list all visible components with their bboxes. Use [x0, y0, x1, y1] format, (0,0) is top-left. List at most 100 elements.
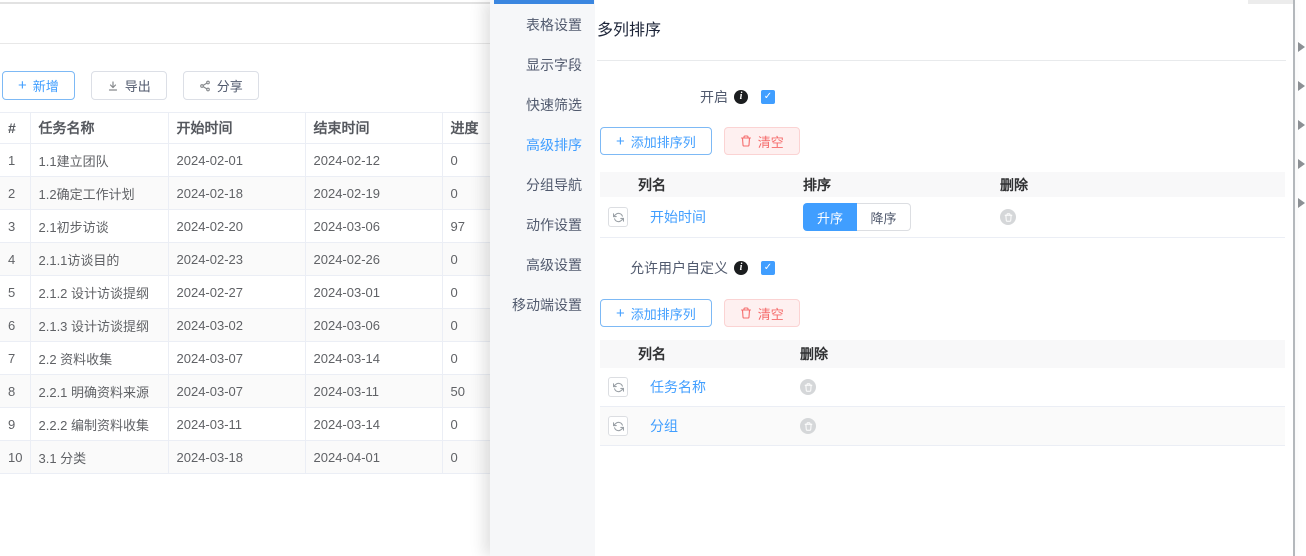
add-button[interactable]: + 新增	[2, 71, 75, 100]
allow-custom-checkbox[interactable]: ✓	[761, 261, 775, 275]
chevron-right-icon[interactable]	[1298, 159, 1305, 169]
task-row[interactable]: 62.1.3 设计访谈提纲2024-03-022024-03-060	[0, 309, 522, 342]
drawer-content: 多列排序 开启 i ✓ + 添加排序列 清空	[595, 0, 1294, 556]
add-custom-sort-column-button[interactable]: + 添加排序列	[600, 299, 712, 327]
page-top-border	[0, 2, 494, 4]
task-cell: 1.2确定工作计划	[30, 177, 168, 210]
task-cell: 2024-02-26	[305, 243, 442, 276]
info-icon[interactable]: i	[734, 261, 748, 275]
allow-custom-row: 允许用户自定义 i ✓	[595, 258, 775, 278]
task-cell: 2.1.3 设计访谈提纲	[30, 309, 168, 342]
swap-column-button[interactable]	[608, 416, 628, 436]
ascending-button[interactable]: 升序	[803, 203, 857, 231]
task-cell: 3.1 分类	[30, 441, 168, 474]
task-row[interactable]: 92.2.2 编制资料收集2024-03-112024-03-140	[0, 408, 522, 441]
task-cell: 2024-02-01	[168, 144, 305, 177]
sidebar-item[interactable]: 动作设置	[490, 205, 595, 245]
drawer-sidebar-items: 表格设置显示字段快速筛选高级排序分组导航动作设置高级设置移动端设置	[490, 5, 595, 325]
clear-custom-sort-label: 清空	[758, 304, 784, 323]
enable-row: 开启 i ✓	[595, 87, 775, 107]
trash-icon	[740, 307, 752, 319]
sort-table-header: 列名 排序 删除	[600, 172, 1285, 197]
swap-icon	[613, 212, 624, 223]
delete-sort-row-button[interactable]	[1000, 209, 1016, 225]
task-row[interactable]: 42.1.1访谈目的2024-02-232024-02-260	[0, 243, 522, 276]
add-button-label: 新增	[33, 76, 59, 95]
task-row[interactable]: 82.2.1 明确资料来源2024-03-072024-03-1150	[0, 375, 522, 408]
swap-column-button[interactable]	[608, 377, 628, 397]
task-cell: 2024-03-02	[168, 309, 305, 342]
task-cell: 2024-02-12	[305, 144, 442, 177]
share-button[interactable]: 分享	[183, 71, 259, 100]
info-icon[interactable]: i	[734, 90, 748, 104]
chevron-right-icon[interactable]	[1298, 81, 1305, 91]
sidebar-item[interactable]: 快速筛选	[490, 85, 595, 125]
enable-label: 开启	[700, 87, 728, 107]
chevron-right-icon[interactable]	[1298, 120, 1305, 130]
delete-custom-row-button[interactable]	[800, 418, 816, 434]
task-cell: 2024-03-06	[305, 210, 442, 243]
trash-icon	[740, 135, 752, 147]
swap-column-button[interactable]	[608, 207, 628, 227]
task-row[interactable]: 11.1建立团队2024-02-012024-02-120	[0, 144, 522, 177]
task-cell: 2024-03-14	[305, 342, 442, 375]
custom-sort-row: 任务名称	[600, 368, 1285, 407]
custom-table-header: 列名 删除	[600, 340, 1285, 368]
export-button[interactable]: 导出	[91, 71, 167, 100]
right-top-border	[1248, 0, 1293, 4]
export-button-label: 导出	[125, 76, 151, 95]
trash-icon	[1004, 213, 1013, 222]
task-cell: 2024-03-11	[168, 408, 305, 441]
descending-button[interactable]: 降序	[857, 203, 911, 231]
task-cell: 2024-04-01	[305, 441, 442, 474]
task-row[interactable]: 21.2确定工作计划2024-02-182024-02-190	[0, 177, 522, 210]
add-sort-column-button[interactable]: + 添加排序列	[600, 127, 712, 155]
task-cell: 8	[0, 375, 30, 408]
sidebar-item-active[interactable]: 高级排序	[490, 125, 595, 165]
custom-sort-table: 列名 删除 任务名称	[600, 340, 1285, 446]
chevron-right-icon[interactable]	[1298, 42, 1305, 52]
custom-sort-row: 分组	[600, 407, 1285, 446]
task-row[interactable]: 52.1.2 设计访谈提纲2024-02-272024-03-010	[0, 276, 522, 309]
sidebar-item[interactable]: 高级设置	[490, 245, 595, 285]
clear-sort-button[interactable]: 清空	[724, 127, 800, 155]
chevron-right-icon[interactable]	[1298, 198, 1305, 208]
enable-checkbox[interactable]: ✓	[761, 90, 775, 104]
task-row[interactable]: 103.1 分类2024-03-182024-04-010	[0, 441, 522, 474]
sort-row: 开始时间 升序 降序	[600, 197, 1285, 238]
task-cell: 2024-02-19	[305, 177, 442, 210]
sort-column-link[interactable]: 开始时间	[650, 207, 706, 227]
toolbar-bottom-border	[0, 43, 490, 44]
task-row[interactable]: 72.2 资料收集2024-03-072024-03-140	[0, 342, 522, 375]
clear-sort-label: 清空	[758, 132, 784, 151]
task-cell: 2024-03-18	[168, 441, 305, 474]
app-root: + 新增 导出 分享 #任务名称开始时间结束时间进度 11.1建立团队2024-…	[0, 0, 1306, 556]
custom-column-link[interactable]: 任务名称	[650, 377, 706, 397]
sidebar-item[interactable]: 显示字段	[490, 45, 595, 85]
plus-icon: +	[18, 78, 27, 93]
task-col-header: 结束时间	[305, 113, 442, 144]
plus-icon: +	[616, 306, 625, 321]
task-table: #任务名称开始时间结束时间进度 11.1建立团队2024-02-012024-0…	[0, 112, 523, 474]
share-button-label: 分享	[217, 76, 243, 95]
task-row[interactable]: 32.1初步访谈2024-02-202024-03-0697	[0, 210, 522, 243]
sidebar-item[interactable]: 分组导航	[490, 165, 595, 205]
add-sort-column-label: 添加排序列	[631, 132, 696, 151]
delete-custom-row-button[interactable]	[800, 379, 816, 395]
task-cell: 2024-03-07	[168, 375, 305, 408]
custom-column-link[interactable]: 分组	[650, 416, 678, 436]
enable-label-wrap: 开启 i	[595, 87, 748, 107]
sidebar-item[interactable]: 移动端设置	[490, 285, 595, 325]
trash-icon	[804, 383, 813, 392]
clear-custom-sort-button[interactable]: 清空	[724, 299, 800, 327]
task-cell: 2.2.1 明确资料来源	[30, 375, 168, 408]
task-table-body: 11.1建立团队2024-02-012024-02-12021.2确定工作计划2…	[0, 144, 522, 474]
sort-table: 列名 排序 删除 开始时间 升序 降序	[600, 172, 1285, 238]
task-cell: 2.2 资料收集	[30, 342, 168, 375]
download-icon	[107, 80, 119, 92]
sidebar-item[interactable]: 表格设置	[490, 5, 595, 45]
sort-direction-toggle: 升序 降序	[803, 203, 911, 231]
task-cell: 2024-02-27	[168, 276, 305, 309]
task-col-header: 开始时间	[168, 113, 305, 144]
task-cell: 1.1建立团队	[30, 144, 168, 177]
